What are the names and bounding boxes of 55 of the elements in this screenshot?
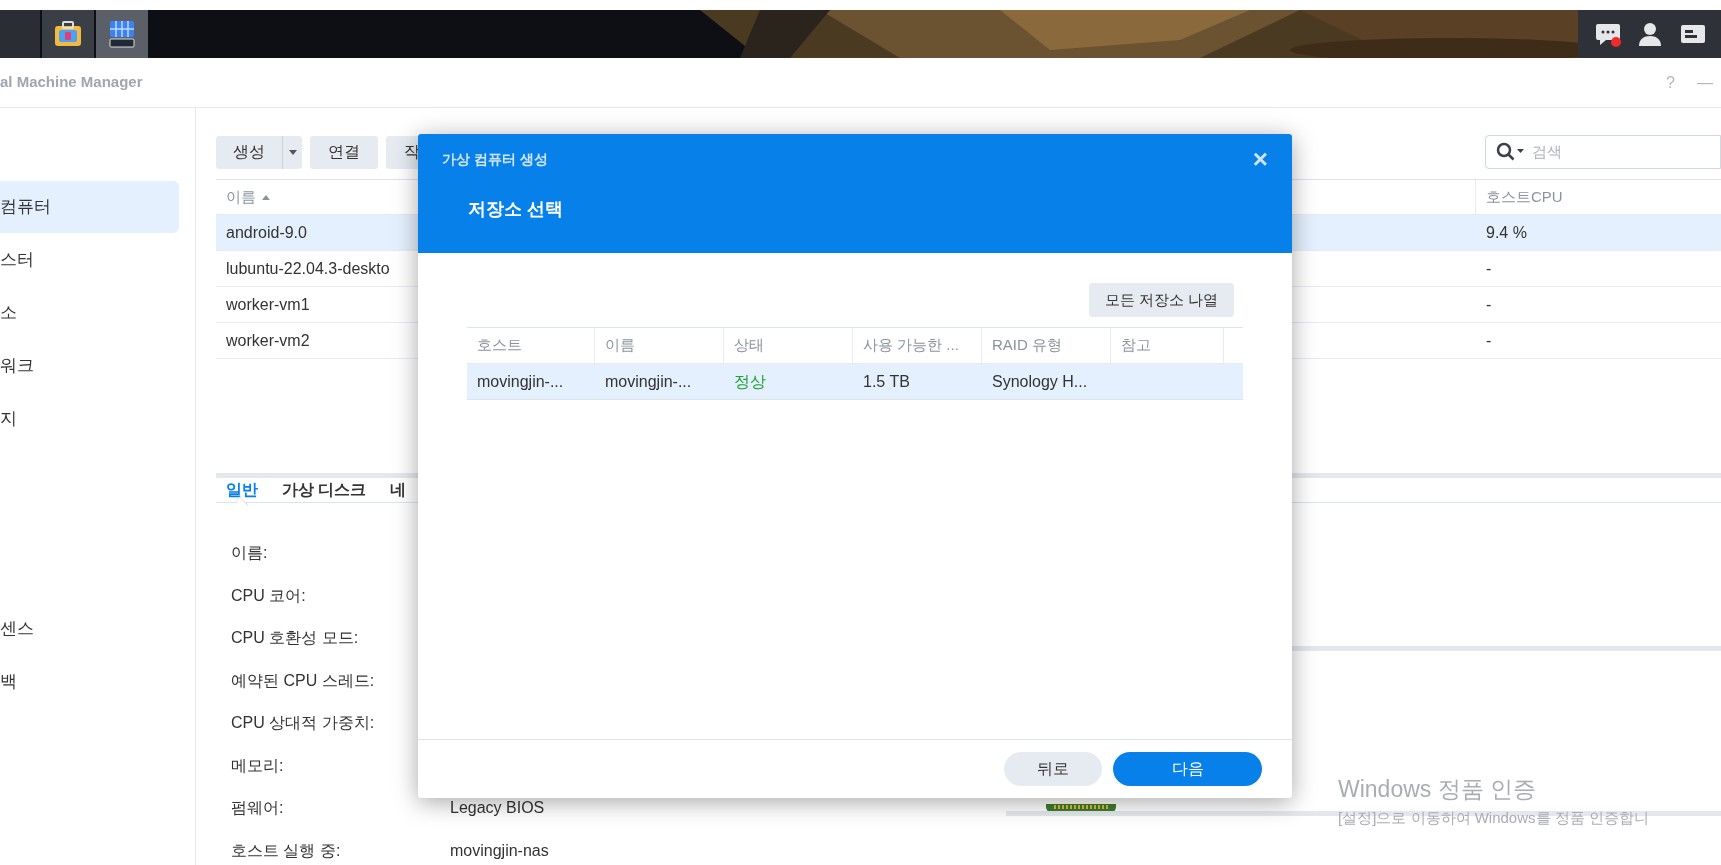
sidebar-item[interactable]: 지 bbox=[0, 393, 179, 445]
sidebar-item[interactable]: 백 bbox=[0, 656, 179, 708]
search-field[interactable]: 검색 bbox=[1485, 135, 1721, 169]
detail-label: CPU 상대적 가중치: bbox=[231, 713, 376, 734]
taskbar-app[interactable] bbox=[96, 10, 148, 58]
table-cell-text: - bbox=[1485, 258, 1493, 279]
table-cell: worker-vm2 bbox=[226, 331, 310, 349]
back-button[interactable]: 뒤로 bbox=[1004, 752, 1102, 786]
table-cell-text: Synology H... bbox=[991, 371, 1089, 392]
table-cell-text: 9.4 % bbox=[1485, 222, 1528, 243]
next-button[interactable]: 다음 bbox=[1113, 752, 1262, 786]
window-title: al Machine Manager bbox=[0, 72, 143, 93]
table-cell: android-9.0 bbox=[226, 223, 307, 241]
activation-message: [설정]으로 이동하여 Windows를 정품 인증합니 bbox=[1338, 807, 1649, 828]
activation-title: Windows 정품 인증 bbox=[1338, 775, 1538, 804]
detail-label: 예약된 CPU 스레드: bbox=[231, 670, 376, 691]
sidebar-item[interactable]: 센스 bbox=[0, 603, 179, 655]
detail-label: 호스트 실행 중: bbox=[231, 840, 342, 861]
detail-value: movingjin-nas bbox=[450, 840, 549, 861]
detail-label: CPU 호환성 모드: bbox=[231, 628, 360, 649]
table-cell-text: - bbox=[1485, 294, 1493, 315]
dialog-title: 가상 컴퓨터 생성 bbox=[442, 149, 548, 169]
detail-label: 메모리: bbox=[231, 755, 285, 776]
table-cell: worker-vm1 bbox=[226, 295, 310, 313]
briefcase-icon bbox=[53, 20, 83, 48]
table-cell: lubuntu-22.04.3-deskto bbox=[226, 259, 390, 277]
user-icon[interactable] bbox=[1637, 21, 1664, 47]
table-cell-text: 정상 bbox=[733, 371, 767, 392]
sidebar-item[interactable]: 워크 bbox=[0, 340, 179, 392]
taskbar-app[interactable] bbox=[42, 10, 94, 58]
search-input[interactable]: 검색 bbox=[1532, 140, 1682, 164]
list-all-button[interactable]: 모든 저장소 나열 bbox=[1088, 283, 1234, 317]
sidebar-item[interactable]: 스터 bbox=[0, 234, 179, 286]
detail-tab[interactable]: 네 bbox=[390, 478, 407, 502]
create-button[interactable]: 생성 bbox=[216, 135, 282, 169]
search-icon bbox=[1496, 142, 1526, 162]
dropdown-button[interactable] bbox=[282, 135, 302, 169]
sidebar-item[interactable]: 컴퓨터 bbox=[0, 181, 179, 233]
caret-icon bbox=[288, 149, 297, 155]
table-cell-text: movingjin-... bbox=[476, 371, 565, 392]
taskbar-panel bbox=[0, 10, 40, 58]
detail-label: 이름: bbox=[231, 543, 269, 564]
toolbar-button[interactable]: 연결 bbox=[310, 135, 378, 169]
detail-label: 펌웨어: bbox=[231, 798, 285, 819]
table-cell-text: 1.5 TB bbox=[862, 371, 911, 392]
table-cell-text: - bbox=[1485, 330, 1493, 351]
step-title: 저장소 선택 bbox=[467, 198, 564, 221]
detail-label: CPU 코어: bbox=[231, 585, 307, 606]
sidebar-item[interactable]: 소 bbox=[0, 287, 179, 339]
storage-row[interactable]: movingjin-... movingjin-... 정상 1.5 TB Synology H... bbox=[467, 364, 1243, 400]
table-cell-text: movingjin-... bbox=[604, 371, 693, 392]
card-icon[interactable] bbox=[1679, 22, 1706, 46]
detail-tab[interactable]: 가상 디스크 bbox=[282, 478, 367, 502]
grid-icon bbox=[108, 19, 136, 49]
detail-value: Legacy BIOS bbox=[450, 798, 545, 819]
